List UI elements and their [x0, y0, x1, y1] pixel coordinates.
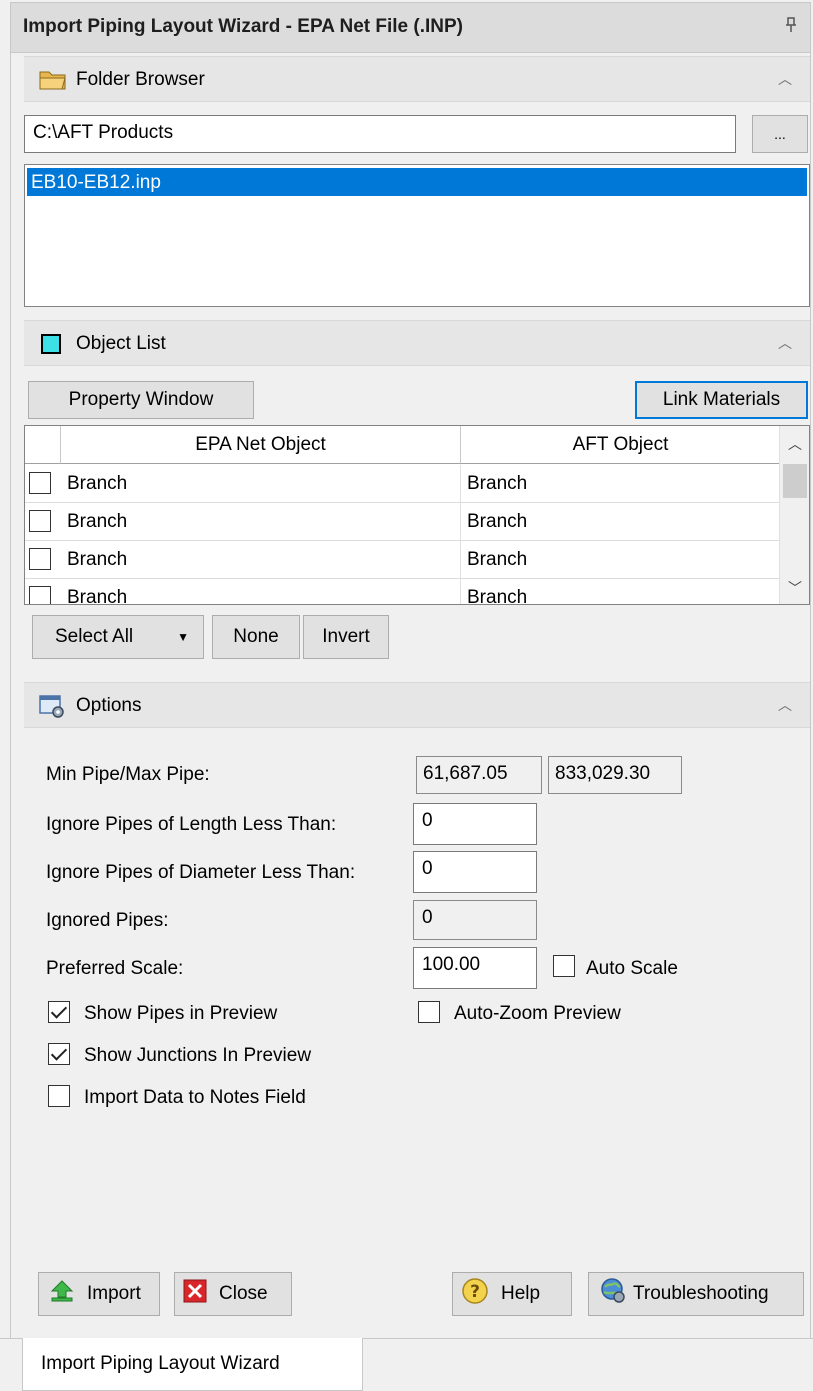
window-title: Import Piping Layout Wizard - EPA Net Fi…	[23, 16, 464, 37]
pin-icon[interactable]	[784, 17, 798, 38]
select-all-button[interactable]: Select All ▼	[32, 615, 204, 659]
svg-text:?: ?	[470, 1282, 480, 1302]
object-grid[interactable]: EPA Net Object AFT Object Branch Branch …	[24, 425, 810, 605]
column-header-aft[interactable]: AFT Object	[461, 426, 781, 464]
row-checkbox[interactable]	[29, 548, 51, 570]
left-edge	[0, 0, 10, 1391]
browse-button[interactable]: ...	[752, 115, 808, 153]
aft-object-cell: Branch	[461, 541, 781, 579]
show-pipes-checkbox[interactable]	[48, 1001, 70, 1023]
show-junctions-checkbox[interactable]	[48, 1043, 70, 1065]
auto-zoom-label: Auto-Zoom Preview	[454, 1003, 621, 1024]
min-pipe-field: 61,687.05	[416, 756, 542, 794]
aft-object-cell: Branch	[461, 503, 781, 541]
import-notes-checkbox[interactable]	[48, 1085, 70, 1107]
grid-corner	[25, 426, 61, 464]
import-label: Import	[87, 1283, 141, 1304]
import-notes-label: Import Data to Notes Field	[84, 1087, 306, 1108]
aft-object-cell: Branch	[461, 465, 781, 503]
select-all-label: Select All	[55, 626, 134, 647]
chevron-up-icon[interactable]: ︿	[778, 695, 792, 715]
invert-button[interactable]: Invert	[303, 615, 389, 659]
troubleshooting-button[interactable]: Troubleshooting	[588, 1272, 804, 1316]
square-icon	[38, 331, 66, 357]
epa-object-cell: Branch	[61, 503, 461, 541]
options-header[interactable]: Options ︿	[24, 682, 810, 728]
options-icon	[38, 693, 66, 719]
object-list-title: Object List	[76, 333, 166, 354]
show-junctions-label: Show Junctions In Preview	[84, 1045, 312, 1066]
max-pipe-field: 833,029.30	[548, 756, 682, 794]
scroll-down-icon[interactable]: ﹀	[788, 578, 802, 598]
tab-import-piping-layout-wizard[interactable]: Import Piping Layout Wizard	[22, 1338, 363, 1391]
import-arrow-icon	[49, 1279, 75, 1309]
title-bar: Import Piping Layout Wizard - EPA Net Fi…	[11, 3, 810, 53]
folder-browser-header[interactable]: Folder Browser ︿	[24, 56, 810, 102]
ignored-pipes-field: 0	[413, 900, 537, 940]
scroll-up-icon[interactable]: ︿	[788, 434, 802, 454]
property-window-button[interactable]: Property Window	[28, 381, 254, 419]
aft-object-cell: Branch	[461, 579, 781, 604]
dropdown-arrow-icon[interactable]: ▼	[177, 630, 189, 644]
close-button[interactable]: Close	[174, 1272, 292, 1316]
row-checkbox[interactable]	[29, 510, 51, 532]
auto-scale-checkbox[interactable]	[553, 955, 575, 977]
none-button[interactable]: None	[212, 615, 300, 659]
ignore-length-input[interactable]: 0	[413, 803, 537, 845]
ignore-diameter-input[interactable]: 0	[413, 851, 537, 893]
help-button[interactable]: ? Help	[452, 1272, 572, 1316]
folder-icon	[38, 67, 66, 93]
auto-scale-label: Auto Scale	[586, 958, 678, 979]
auto-zoom-checkbox[interactable]	[418, 1001, 440, 1023]
table-row[interactable]: Branch Branch	[25, 541, 781, 579]
table-row[interactable]: Branch Branch	[25, 503, 781, 541]
options-title: Options	[76, 695, 142, 716]
close-label: Close	[219, 1283, 268, 1304]
help-icon: ?	[461, 1277, 489, 1311]
scroll-thumb[interactable]	[783, 464, 807, 498]
folder-path-field[interactable]: C:\AFT Products	[24, 115, 736, 153]
troubleshooting-icon	[599, 1277, 629, 1311]
ignore-diameter-label: Ignore Pipes of Diameter Less Than:	[46, 862, 356, 883]
show-pipes-label: Show Pipes in Preview	[84, 1003, 278, 1024]
chevron-up-icon[interactable]: ︿	[778, 333, 792, 353]
help-label: Help	[501, 1283, 541, 1304]
row-checkbox[interactable]	[29, 472, 51, 494]
file-list[interactable]: EB10-EB12.inp	[24, 164, 810, 307]
ignored-pipes-label: Ignored Pipes:	[46, 910, 169, 931]
troubleshooting-label: Troubleshooting	[633, 1283, 769, 1304]
epa-object-cell: Branch	[61, 465, 461, 503]
table-row[interactable]: Branch Branch	[25, 579, 781, 604]
chevron-up-icon[interactable]: ︿	[778, 69, 792, 89]
epa-object-cell: Branch	[61, 579, 461, 604]
close-icon	[183, 1279, 207, 1309]
preferred-scale-input[interactable]: 100.00	[413, 947, 537, 989]
object-list-header[interactable]: Object List ︿	[24, 320, 810, 366]
min-max-pipe-label: Min Pipe/Max Pipe:	[46, 764, 210, 785]
epa-object-cell: Branch	[61, 541, 461, 579]
column-header-epa[interactable]: EPA Net Object	[61, 426, 461, 464]
link-materials-button[interactable]: Link Materials	[635, 381, 808, 419]
folder-browser-title: Folder Browser	[76, 69, 205, 90]
grid-scrollbar[interactable]: ︿ ﹀	[779, 426, 809, 604]
ignore-length-label: Ignore Pipes of Length Less Than:	[46, 814, 337, 835]
list-item[interactable]: EB10-EB12.inp	[27, 168, 807, 196]
import-button[interactable]: Import	[38, 1272, 160, 1316]
row-checkbox[interactable]	[29, 586, 51, 604]
table-row[interactable]: Branch Branch	[25, 465, 781, 503]
preferred-scale-label: Preferred Scale:	[46, 958, 184, 979]
